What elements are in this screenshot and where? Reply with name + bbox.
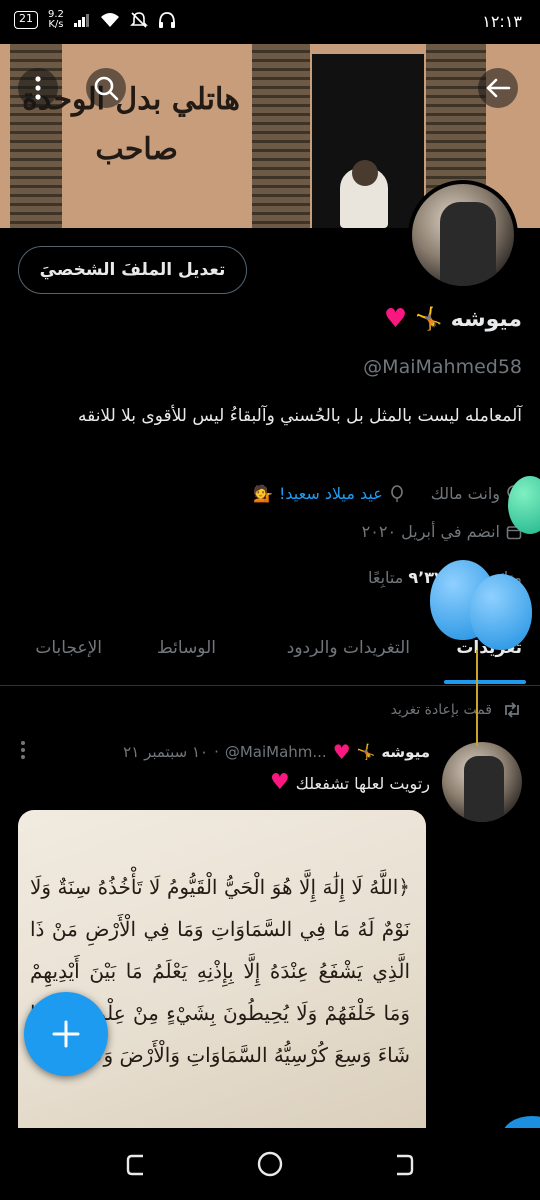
- banner-shutter-mid: [252, 44, 310, 228]
- balloon-string-decoration: [476, 650, 478, 746]
- status-icons: 21 9.2 K/s: [14, 10, 176, 30]
- tweet-heart-icon: ♥: [332, 740, 351, 764]
- search-icon: [94, 76, 119, 101]
- profile-handle: @MaiMahmed58: [363, 356, 522, 378]
- edit-profile-button[interactable]: تعديل الملفَ الشخصيَ: [18, 246, 247, 294]
- search-button[interactable]: [86, 68, 126, 108]
- tweet-dot: ·: [214, 743, 219, 761]
- battery-indicator: 21: [14, 11, 38, 29]
- retweet-header: قمت بإعادة تغريد: [391, 702, 522, 718]
- retweet-icon: [505, 702, 519, 718]
- balloon-icon: [390, 484, 403, 502]
- joined-date: انضم في أبريل ٢٠٢٠: [361, 522, 500, 541]
- back-nav-icon[interactable]: [390, 1152, 416, 1178]
- balloon-blue-right-decoration: [470, 574, 532, 650]
- cartwheel-emoji: 🤸: [415, 306, 443, 332]
- headphones-icon: [158, 12, 175, 28]
- more-vertical-icon: [35, 76, 41, 100]
- birthday-link[interactable]: عيد ميلاد سعيد!: [279, 484, 383, 503]
- tweet-text-heart-icon: ♥: [270, 770, 290, 795]
- banner-sign-line2: صاحب: [95, 132, 178, 167]
- tweet-media-image[interactable]: ﴿اللَّهُ لَا إِلَٰهَ إِلَّا هُوَ الْحَيُ…: [18, 810, 426, 1150]
- system-nav-bar: [0, 1128, 540, 1200]
- heart-icon: ♥: [383, 304, 408, 334]
- profile-avatar[interactable]: [408, 180, 518, 290]
- profile-bio: آلمعامله ليست بالمثل بل بالحُسني وآلبقاء…: [77, 406, 522, 426]
- joined-row: انضم في أبريل ٢٠٢٠: [362, 522, 522, 541]
- banner-person-head: [352, 160, 378, 186]
- tweet-more-button[interactable]: [20, 740, 26, 765]
- bell-off-icon: [129, 12, 148, 28]
- birthday-emoji: 💁: [253, 484, 273, 503]
- plus-icon: [52, 1020, 80, 1048]
- compose-tweet-button[interactable]: [24, 992, 108, 1076]
- tweet-date: ١٠ سبتمبر ٢١: [123, 743, 209, 761]
- clock: ١٢:١٣: [482, 12, 522, 31]
- back-button[interactable]: [478, 68, 518, 108]
- speed-unit: K/s: [48, 19, 64, 30]
- profile-meta-row: وانت مالك عيد ميلاد سعيد! 💁: [253, 484, 522, 503]
- tweet-author-handle[interactable]: @MaiMahm...: [225, 743, 327, 761]
- tweet-author-name[interactable]: ميوشه: [381, 743, 430, 761]
- arrow-left-icon: [486, 78, 511, 98]
- home-icon[interactable]: [256, 1150, 284, 1178]
- tab-media[interactable]: الوسائط: [157, 638, 216, 658]
- tweet-text: رتويت لعلها تشفعلك ♥: [270, 772, 430, 794]
- recent-apps-icon[interactable]: [124, 1152, 150, 1178]
- more-vertical-icon: [21, 741, 25, 759]
- profile-location: وانت مالك: [430, 484, 500, 503]
- display-name: ميوشه 🤸 ♥: [384, 306, 522, 332]
- avatar-figure: [440, 202, 496, 286]
- tab-likes[interactable]: الإعجابات: [35, 638, 102, 658]
- tab-active-indicator: [444, 680, 526, 684]
- followers-label: متابِعًا: [367, 568, 404, 587]
- tab-tweets-replies[interactable]: التغريدات والردود: [287, 638, 410, 658]
- status-bar: 21 9.2 K/s ١٢:١٣: [0, 0, 540, 44]
- network-speed: 9.2 K/s: [48, 10, 64, 30]
- more-button[interactable]: [18, 68, 58, 108]
- signal-icon: [73, 14, 89, 27]
- tweet-header: ميوشه 🤸 ♥ @MaiMahm... · ١٠ سبتمبر ٢١: [123, 742, 430, 762]
- tweet-author-emoji: 🤸: [356, 743, 376, 761]
- wifi-icon: [100, 13, 119, 27]
- display-name-text: ميوشه: [450, 306, 522, 332]
- tweet-avatar[interactable]: [442, 742, 522, 822]
- tweet-text-content: رتويت لعلها تشفعلك: [295, 773, 430, 793]
